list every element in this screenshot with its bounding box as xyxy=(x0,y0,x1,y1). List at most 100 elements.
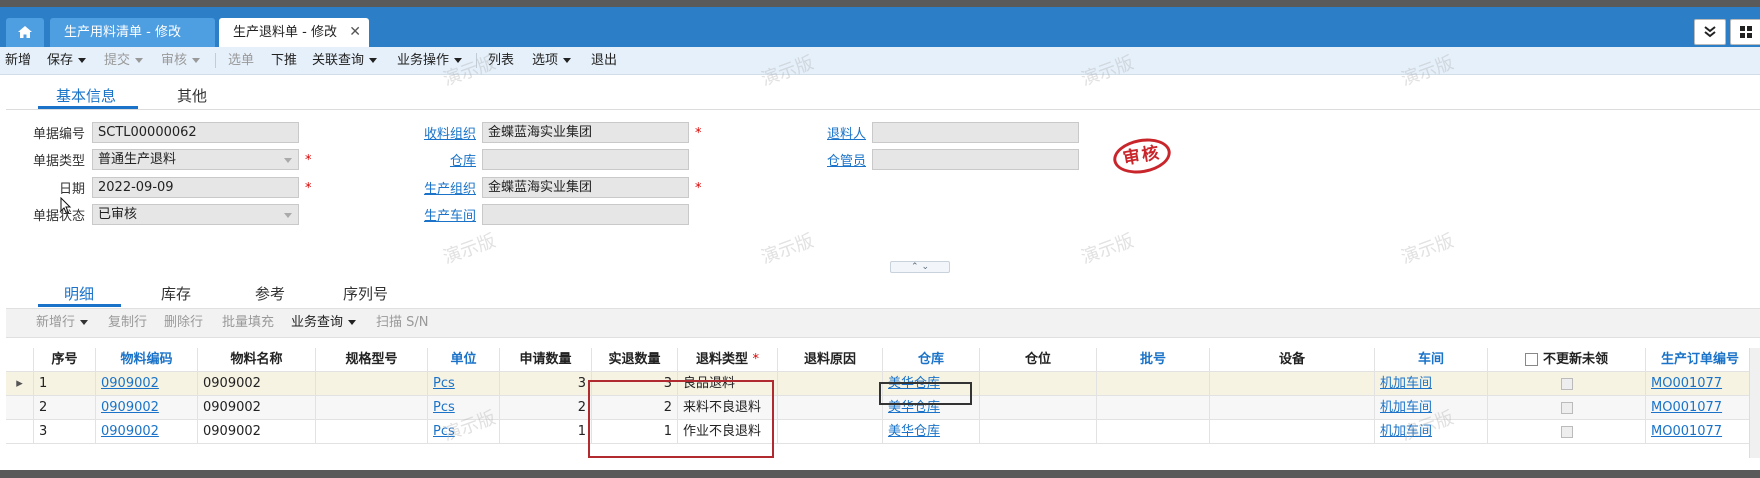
batch-fill-button[interactable]: 批量填充 xyxy=(222,309,274,337)
cell-spec[interactable] xyxy=(316,396,428,420)
cell-material-code[interactable]: 0909002 xyxy=(96,420,198,444)
cell-return-reason[interactable] xyxy=(778,420,883,444)
cell-not-update[interactable] xyxy=(1488,396,1646,420)
cell-location[interactable] xyxy=(980,372,1097,396)
cell-material-name[interactable]: 0909002 xyxy=(198,372,316,396)
returner-label[interactable]: 退料人 xyxy=(827,123,866,142)
tab-inventory[interactable]: 库存 xyxy=(161,283,191,304)
cell-equipment[interactable] xyxy=(1210,396,1375,420)
cell-location[interactable] xyxy=(980,420,1097,444)
returner-field[interactable] xyxy=(872,122,1079,143)
col-unit[interactable]: 单位 xyxy=(428,348,500,372)
cell-workshop[interactable]: 机加车间 xyxy=(1375,372,1488,396)
row-checkbox[interactable] xyxy=(1560,401,1573,414)
tab-detail[interactable]: 明细 xyxy=(64,283,94,304)
cell-warehouse[interactable]: 美华仓库 xyxy=(883,372,980,396)
business-ops-button[interactable]: 业务操作 xyxy=(397,47,463,74)
new-button[interactable]: 新增 xyxy=(5,47,31,74)
push-down-button[interactable]: 下推 xyxy=(271,47,297,74)
copy-row-button[interactable]: 复制行 xyxy=(108,309,147,337)
bill-no-field[interactable]: SCTL00000062 xyxy=(92,122,299,143)
cell-actual-qty[interactable]: 2 xyxy=(592,396,678,420)
related-query-button[interactable]: 关联查询 xyxy=(312,47,378,74)
cell-unit[interactable]: Pcs xyxy=(428,396,500,420)
cell-order-no[interactable]: MO001077 xyxy=(1646,420,1755,444)
audit-button[interactable]: 审核 xyxy=(161,47,201,74)
cell-return-reason[interactable] xyxy=(778,372,883,396)
cell-material-code[interactable]: 0909002 xyxy=(96,396,198,420)
cell-return-type[interactable]: 来料不良退料 xyxy=(678,396,778,420)
cell-not-update[interactable] xyxy=(1488,372,1646,396)
tab-reference[interactable]: 参考 xyxy=(255,283,285,304)
cell-unit[interactable]: Pcs xyxy=(428,372,500,396)
cell-actual-qty[interactable]: 1 xyxy=(592,420,678,444)
warehouse-label[interactable]: 仓库 xyxy=(450,150,476,169)
cell-warehouse[interactable]: 美华仓库 xyxy=(883,396,980,420)
cell-order-no[interactable]: MO001077 xyxy=(1646,396,1755,420)
bill-type-select[interactable]: 普通生产退料 xyxy=(92,149,299,170)
options-button[interactable]: 选项 xyxy=(532,47,572,74)
cell-apply-qty[interactable]: 2 xyxy=(500,396,592,420)
cell-material-name[interactable]: 0909002 xyxy=(198,420,316,444)
col-not-update[interactable]: 不更新未领 xyxy=(1488,348,1646,372)
submit-button[interactable]: 提交 xyxy=(104,47,144,74)
grid-scroll-edge[interactable] xyxy=(1749,348,1760,458)
workshop-field[interactable] xyxy=(482,204,689,225)
row-checkbox[interactable] xyxy=(1560,425,1573,438)
business-query-button[interactable]: 业务查询 xyxy=(291,309,357,337)
list-button[interactable]: 列表 xyxy=(488,47,514,74)
cell-lot[interactable] xyxy=(1097,396,1210,420)
keeper-label[interactable]: 仓管员 xyxy=(827,150,866,169)
receive-org-field[interactable]: 金蝶蓝海实业集团 xyxy=(482,122,689,143)
header-checkbox[interactable] xyxy=(1524,353,1538,366)
cell-workshop[interactable]: 机加车间 xyxy=(1375,396,1488,420)
col-workshop[interactable]: 车间 xyxy=(1375,348,1488,372)
col-material-code[interactable]: 物料编码 xyxy=(96,348,198,372)
workshop-label[interactable]: 生产车间 xyxy=(424,205,476,224)
home-tab[interactable] xyxy=(6,18,44,47)
cell-apply-qty[interactable]: 1 xyxy=(500,420,592,444)
production-org-label[interactable]: 生产组织 xyxy=(424,178,476,197)
collapse-toggle[interactable]: ⌃ ⌄ xyxy=(890,261,950,273)
cell-lot[interactable] xyxy=(1097,420,1210,444)
cell-spec[interactable] xyxy=(316,420,428,444)
status-select[interactable]: 已审核 xyxy=(92,204,299,225)
cell-apply-qty[interactable]: 3 xyxy=(500,372,592,396)
cell-unit[interactable]: Pcs xyxy=(428,420,500,444)
scan-sn-button[interactable]: 扫描 S/N xyxy=(376,309,429,337)
collapse-menu-button[interactable] xyxy=(1694,19,1726,45)
cell-equipment[interactable] xyxy=(1210,372,1375,396)
col-lot[interactable]: 批号 xyxy=(1097,348,1210,372)
cell-return-type[interactable]: 良品退料 xyxy=(678,372,778,396)
cell-material-code[interactable]: 0909002 xyxy=(96,372,198,396)
warehouse-field[interactable] xyxy=(482,149,689,170)
cell-not-update[interactable] xyxy=(1488,420,1646,444)
cell-material-name[interactable]: 0909002 xyxy=(198,396,316,420)
add-row-button[interactable]: 新增行 xyxy=(36,309,89,337)
cell-return-reason[interactable] xyxy=(778,396,883,420)
cell-location[interactable] xyxy=(980,396,1097,420)
exit-button[interactable]: 退出 xyxy=(591,47,617,74)
tab-material-list[interactable]: 生产用料清单 - 修改 xyxy=(50,18,215,47)
close-icon[interactable]: ✕ xyxy=(349,18,361,47)
cell-order-no[interactable]: MO001077 xyxy=(1646,372,1755,396)
tab-other[interactable]: 其他 xyxy=(177,85,207,106)
save-button[interactable]: 保存 xyxy=(47,47,87,74)
receive-org-label[interactable]: 收料组织 xyxy=(424,123,476,142)
cell-spec[interactable] xyxy=(316,372,428,396)
tab-basic-info[interactable]: 基本信息 xyxy=(56,85,116,106)
cell-return-type[interactable]: 作业不良退料 xyxy=(678,420,778,444)
row-checkbox[interactable] xyxy=(1560,377,1573,390)
keeper-field[interactable] xyxy=(872,149,1079,170)
cell-actual-qty[interactable]: 3 xyxy=(592,372,678,396)
col-warehouse[interactable]: 仓库 xyxy=(883,348,980,372)
cell-equipment[interactable] xyxy=(1210,420,1375,444)
cell-warehouse[interactable]: 美华仓库 xyxy=(883,420,980,444)
col-order-no[interactable]: 生产订单编号 xyxy=(1646,348,1755,372)
grid-apps-button[interactable] xyxy=(1730,19,1760,45)
cell-workshop[interactable]: 机加车间 xyxy=(1375,420,1488,444)
tab-production-return[interactable]: 生产退料单 - 修改 ✕ xyxy=(219,18,369,47)
production-org-field[interactable]: 金蝶蓝海实业集团 xyxy=(482,177,689,198)
delete-row-button[interactable]: 删除行 xyxy=(164,309,203,337)
date-field[interactable]: 2022-09-09 xyxy=(92,177,299,198)
